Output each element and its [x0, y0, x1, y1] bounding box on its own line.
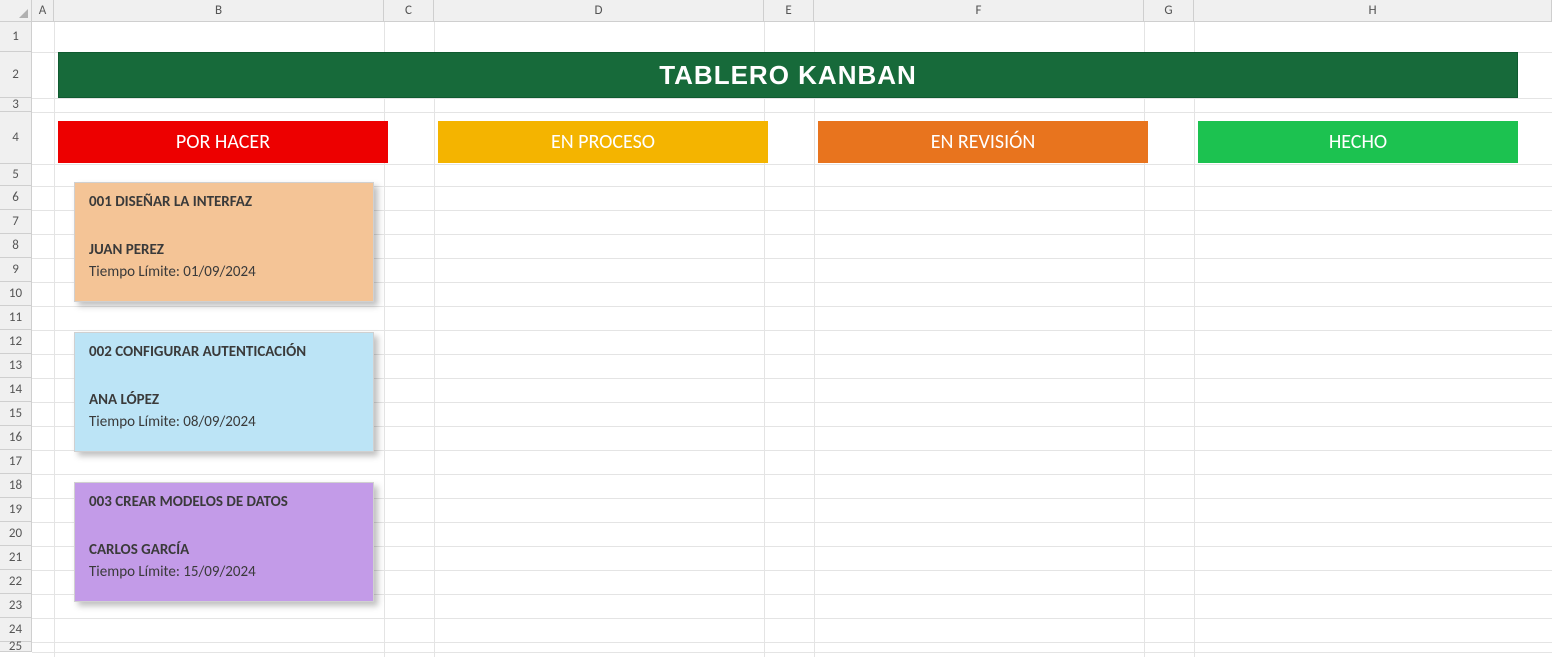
column-header[interactable]: F	[814, 0, 1144, 22]
kanban-column-todo-header: POR HACER	[58, 121, 388, 163]
card-deadline: Tiempo Límite: 15/09/2024	[89, 563, 359, 581]
card-owner: CARLOS GARCÍA	[89, 541, 359, 559]
row-header[interactable]: 16	[0, 426, 32, 450]
row-header[interactable]: 11	[0, 306, 32, 330]
card-task: 001 DISEÑAR LA INTERFAZ	[89, 193, 359, 211]
card-task: 003 CREAR MODELOS DE DATOS	[89, 493, 359, 511]
card-deadline: Tiempo Límite: 01/09/2024	[89, 263, 359, 281]
column-header[interactable]: H	[1194, 0, 1552, 22]
column-header[interactable]: A	[32, 0, 54, 22]
column-header[interactable]: E	[764, 0, 814, 22]
row-header[interactable]: 8	[0, 234, 32, 258]
row-header[interactable]: 15	[0, 402, 32, 426]
row-header[interactable]: 12	[0, 330, 32, 354]
row-header[interactable]: 19	[0, 498, 32, 522]
deadline-value: 01/09/2024	[183, 263, 255, 281]
kanban-card[interactable]: 003 CREAR MODELOS DE DATOS CARLOS GARCÍA…	[74, 482, 374, 602]
spreadsheet[interactable]: ABCDEFGH 1234567891011121314151617181920…	[0, 0, 1552, 657]
kanban-column-proc-header: EN PROCESO	[438, 121, 768, 163]
row-header[interactable]: 9	[0, 258, 32, 282]
row-header[interactable]: 4	[0, 112, 32, 164]
row-header[interactable]: 13	[0, 354, 32, 378]
column-headers: ABCDEFGH	[32, 0, 1552, 22]
card-deadline: Tiempo Límite: 08/09/2024	[89, 413, 359, 431]
row-header[interactable]: 1	[0, 22, 32, 52]
column-header[interactable]: D	[434, 0, 764, 22]
row-header[interactable]: 2	[0, 52, 32, 98]
row-header[interactable]: 6	[0, 186, 32, 210]
card-owner: JUAN PEREZ	[89, 241, 359, 259]
deadline-prefix: Tiempo Límite:	[89, 413, 183, 431]
cells-area[interactable]: TABLERO KANBAN POR HACER EN PROCESO EN R…	[32, 22, 1552, 657]
row-header[interactable]: 17	[0, 450, 32, 474]
row-header[interactable]: 10	[0, 282, 32, 306]
kanban-column-done-header: HECHO	[1198, 121, 1518, 163]
kanban-title: TABLERO KANBAN	[58, 52, 1518, 98]
column-header[interactable]: B	[54, 0, 384, 22]
row-header[interactable]: 22	[0, 570, 32, 594]
row-header[interactable]: 7	[0, 210, 32, 234]
kanban-card[interactable]: 002 CONFIGURAR AUTENTICACIÓN ANA LÓPEZ T…	[74, 332, 374, 452]
card-owner: ANA LÓPEZ	[89, 391, 359, 409]
select-all-corner[interactable]	[0, 0, 32, 22]
row-header[interactable]: 20	[0, 522, 32, 546]
row-header[interactable]: 18	[0, 474, 32, 498]
row-header[interactable]: 25	[0, 642, 32, 652]
kanban-column-rev-header: EN REVISIÓN	[818, 121, 1148, 163]
row-header[interactable]: 3	[0, 98, 32, 112]
row-header[interactable]: 23	[0, 594, 32, 618]
deadline-value: 15/09/2024	[183, 563, 255, 581]
row-headers: 1234567891011121314151617181920212223242…	[0, 22, 32, 652]
deadline-prefix: Tiempo Límite:	[89, 263, 183, 281]
column-header[interactable]: G	[1144, 0, 1194, 22]
card-task: 002 CONFIGURAR AUTENTICACIÓN	[89, 343, 359, 361]
row-header[interactable]: 21	[0, 546, 32, 570]
deadline-prefix: Tiempo Límite:	[89, 563, 183, 581]
row-header[interactable]: 5	[0, 164, 32, 186]
deadline-value: 08/09/2024	[183, 413, 255, 431]
kanban-card[interactable]: 001 DISEÑAR LA INTERFAZ JUAN PEREZ Tiemp…	[74, 182, 374, 302]
row-header[interactable]: 14	[0, 378, 32, 402]
column-header[interactable]: C	[384, 0, 434, 22]
